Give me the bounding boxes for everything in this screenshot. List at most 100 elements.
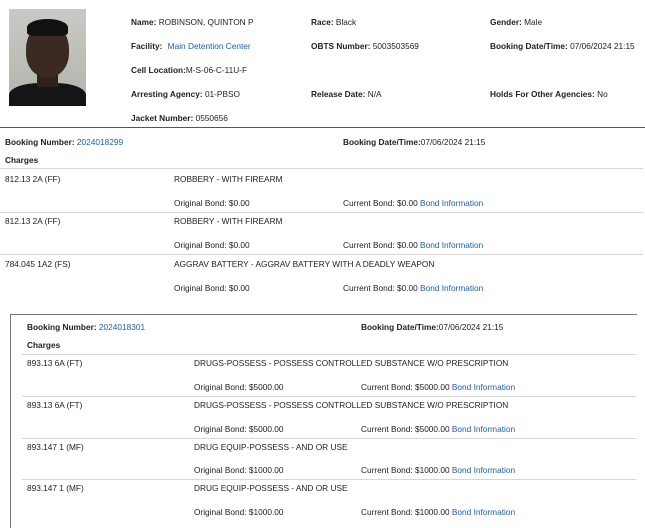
arresting-agency-label: Arresting Agency: (131, 89, 203, 99)
current-bond-value: $5000.00 (414, 424, 450, 434)
original-bond-value: $5000.00 (248, 424, 284, 434)
gender-value: Male (524, 17, 543, 27)
race-label: Race: (311, 17, 334, 27)
original-bond: Original Bond: $0.00 (174, 198, 250, 208)
charge-divider (0, 254, 643, 255)
charge-description: ROBBERY - WITH FIREARM (174, 216, 283, 226)
charges-divider (0, 168, 643, 169)
holds-row: Holds For Other Agencies: No (490, 89, 608, 99)
bond-information-link[interactable]: Bond Information (420, 240, 483, 250)
release-date-row: Release Date: N/A (311, 89, 382, 99)
gender-label: Gender: (490, 17, 522, 27)
obts-label: OBTS Number: (311, 41, 371, 51)
original-bond-label: Original Bond: (194, 465, 247, 475)
cell-location-label: Cell Location: (131, 65, 186, 75)
arresting-agency-row: Arresting Agency: 01-PBSO (131, 89, 240, 99)
bond-information-link[interactable]: Bond Information (452, 424, 515, 434)
photo-hair (27, 19, 68, 36)
original-bond-label: Original Bond: (174, 240, 227, 250)
charge-description: DRUG EQUIP-POSSESS - AND OR USE (194, 483, 348, 493)
original-bond-value: $1000.00 (248, 507, 284, 517)
original-bond: Original Bond: $5000.00 (194, 382, 284, 392)
jacket-value: 0550656 (195, 113, 228, 123)
current-bond-value: $0.00 (396, 198, 418, 208)
release-date-label: Release Date: (311, 89, 366, 99)
current-bond-value: $0.00 (396, 283, 418, 293)
release-date-value: N/A (367, 89, 382, 99)
charges-heading: Charges (5, 155, 39, 165)
current-bond: Current Bond: $0.00 Bond Information (343, 198, 483, 208)
charge-statute: 784.045 1A2 (FS) (5, 259, 71, 269)
original-bond: Original Bond: $1000.00 (194, 507, 284, 517)
original-bond-label: Original Bond: (194, 507, 247, 517)
cell-location-row: Cell Location:M-S-06-C-11U-F (131, 65, 247, 75)
charge-statute: 893.13 6A (FT) (27, 358, 83, 368)
race-row: Race: Black (311, 17, 356, 27)
booking-number-link[interactable]: 2024018299 (77, 137, 123, 147)
charge-divider (22, 396, 636, 397)
booking-datetime-value: 07/06/2024 21:15 (570, 41, 635, 51)
booking-number-link[interactable]: 2024018301 (99, 322, 145, 332)
booking-datetime-label: Booking Date/Time: (343, 137, 421, 147)
charge-statute: 812.13 2A (FF) (5, 216, 61, 226)
original-bond-label: Original Bond: (174, 198, 227, 208)
original-bond-value: $1000.00 (248, 465, 284, 475)
facility-link[interactable]: Main Detention Center (168, 41, 251, 51)
original-bond: Original Bond: $0.00 (174, 240, 250, 250)
booking-datetime-row: Booking Date/Time:07/06/2024 21:15 (361, 322, 503, 332)
original-bond: Original Bond: $5000.00 (194, 424, 284, 434)
charge-description: DRUG EQUIP-POSSESS - AND OR USE (194, 442, 348, 452)
charge-description: ROBBERY - WITH FIREARM (174, 174, 283, 184)
arresting-agency-value: 01-PBSO (204, 89, 240, 99)
current-bond: Current Bond: $1000.00 Bond Information (361, 507, 515, 517)
charges-divider (22, 354, 636, 355)
jacket-label: Jacket Number: (131, 113, 194, 123)
booking-datetime-label: Booking Date/Time: (490, 41, 568, 51)
original-bond-value: $0.00 (228, 198, 250, 208)
bond-information-link[interactable]: Bond Information (452, 382, 515, 392)
booking-datetime-value: 07/06/2024 21:15 (438, 322, 504, 332)
booking-number-label: Booking Number: (5, 137, 75, 147)
original-bond-value: $0.00 (228, 283, 250, 293)
charge-statute: 893.147 1 (MF) (27, 442, 84, 452)
booking-number-row: Booking Number: 2024018299 (5, 137, 123, 147)
charges-heading: Charges (27, 340, 61, 350)
bond-information-link[interactable]: Bond Information (452, 465, 515, 475)
bond-information-link[interactable]: Bond Information (420, 283, 483, 293)
booking-datetime-value: 07/06/2024 21:15 (420, 137, 486, 147)
current-bond: Current Bond: $5000.00 Bond Information (361, 424, 515, 434)
charge-divider (22, 479, 636, 480)
holds-label: Holds For Other Agencies: (490, 89, 595, 99)
charge-divider (0, 212, 643, 213)
name-label: Name: (131, 17, 157, 27)
bond-information-link[interactable]: Bond Information (420, 198, 483, 208)
gender-row: Gender: Male (490, 17, 542, 27)
current-bond: Current Bond: $0.00 Bond Information (343, 240, 483, 250)
facility-row: Facility: Main Detention Center (131, 41, 251, 51)
jacket-row: Jacket Number: 0550656 (131, 113, 228, 123)
charge-statute: 893.147 1 (MF) (27, 483, 84, 493)
charge-statute: 812.13 2A (FF) (5, 174, 61, 184)
current-bond: Current Bond: $0.00 Bond Information (343, 283, 483, 293)
bond-information-link[interactable]: Bond Information (452, 507, 515, 517)
original-bond-label: Original Bond: (174, 283, 227, 293)
current-bond: Current Bond: $1000.00 Bond Information (361, 465, 515, 475)
booking-datetime-row: Booking Date/Time:07/06/2024 21:15 (343, 137, 485, 147)
current-bond-value: $1000.00 (414, 507, 450, 517)
race-value: Black (335, 17, 357, 27)
booking-number-row: Booking Number: 2024018301 (27, 322, 145, 332)
booking-number-label: Booking Number: (27, 322, 97, 332)
booking-datetime-row: Booking Date/Time: 07/06/2024 21:15 (490, 41, 635, 51)
current-bond-label: Current Bond: (343, 283, 395, 293)
original-bond-value: $5000.00 (248, 382, 284, 392)
charge-divider (22, 438, 636, 439)
current-bond-value: $5000.00 (414, 382, 450, 392)
original-bond-label: Original Bond: (194, 382, 247, 392)
holds-value: No (597, 89, 608, 99)
header-divider (0, 127, 645, 128)
facility-label: Facility: (131, 41, 163, 51)
current-bond-label: Current Bond: (361, 382, 413, 392)
charge-description: DRUGS-POSSESS - POSSESS CONTROLLED SUBST… (194, 358, 509, 368)
obts-row: OBTS Number: 5003503569 (311, 41, 419, 51)
current-bond-label: Current Bond: (343, 240, 395, 250)
